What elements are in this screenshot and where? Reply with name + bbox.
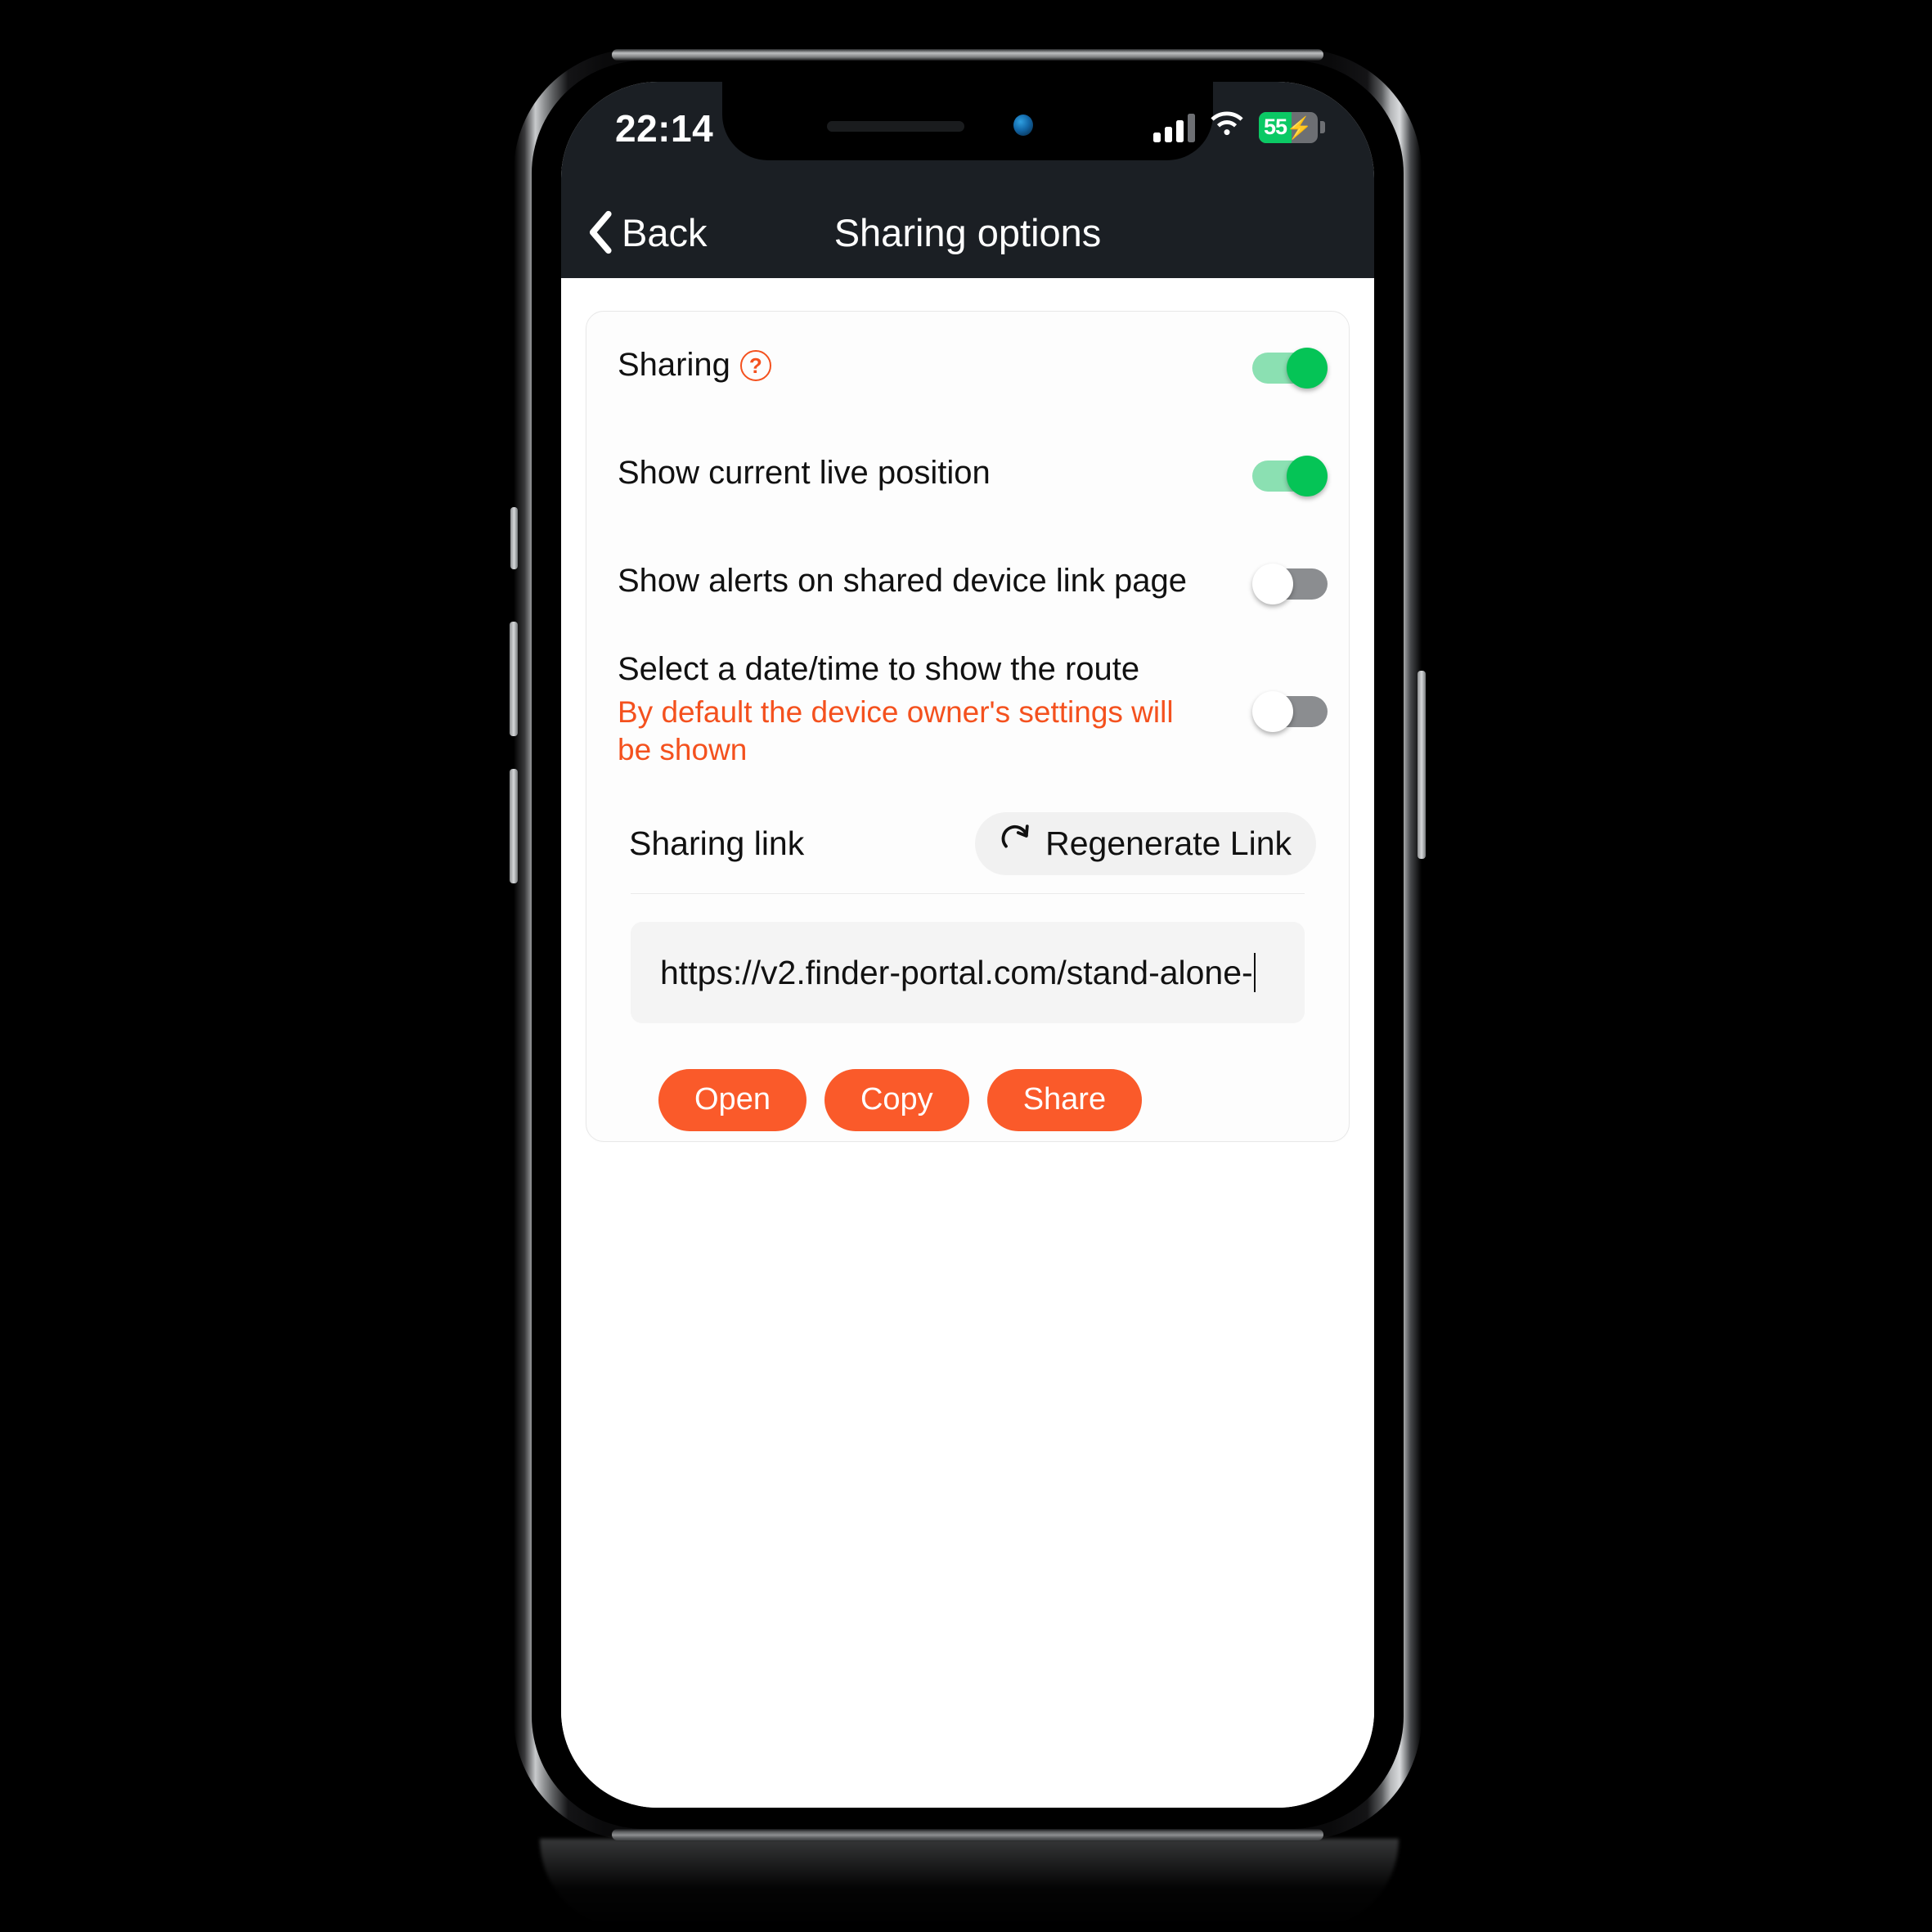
back-label: Back — [622, 210, 708, 254]
status-bar-clock: 22:14 — [615, 107, 714, 150]
open-link-button[interactable]: Open — [658, 1069, 806, 1131]
status-bar: 22:14 55 ⚡ — [561, 82, 1374, 186]
setting-title-text: Show alerts on shared device link page — [618, 563, 1187, 600]
setting-subtitle: By default the device owner's settings w… — [618, 695, 1174, 766]
setting-title-text: Select a date/time to show the route — [618, 651, 1140, 688]
cellular-signal-icon — [1153, 113, 1195, 142]
setting-labels: Show current live position — [618, 454, 1252, 492]
front-camera-icon — [1013, 115, 1033, 136]
setting-row-date-time: Select a date/time to show the route By … — [586, 636, 1349, 783]
volume-up-button[interactable] — [510, 622, 518, 736]
battery-percent-label: 55 — [1264, 115, 1287, 139]
help-question-icon[interactable]: ? — [739, 350, 771, 381]
setting-title-text: Sharing — [618, 347, 730, 384]
chevron-left-icon — [586, 210, 613, 254]
toggle-date-time[interactable] — [1252, 691, 1328, 732]
settings-card: Sharing ? Show current live position Sho… — [586, 311, 1350, 1142]
link-action-buttons: Open Copy Share — [611, 1069, 1324, 1131]
setting-labels: Sharing ? — [618, 346, 1252, 384]
silent-switch-button[interactable] — [510, 507, 518, 569]
frame-top-rail — [612, 49, 1323, 61]
phone-notch — [722, 82, 1213, 160]
navigation-bar: Back Sharing options — [561, 186, 1374, 278]
page-content: Sharing ? Show current live position Sho… — [561, 278, 1374, 1808]
phone-device: 22:14 55 ⚡ Back Sharing options Sharing … — [510, 49, 1426, 1840]
setting-labels: Show alerts on shared device link page — [618, 562, 1252, 600]
toggle-thumb — [1252, 564, 1293, 604]
toggle-thumb — [1287, 348, 1328, 389]
toggle-sharing[interactable] — [1252, 348, 1328, 389]
sharing-link-label: Sharing link — [629, 824, 805, 862]
phone-screen: 22:14 55 ⚡ Back Sharing options Sharing … — [561, 82, 1374, 1808]
regenerate-link-label: Regenerate Link — [1045, 824, 1292, 862]
sharing-url-text: https://v2.finder-portal.com/stand-alone… — [660, 953, 1253, 991]
power-button[interactable] — [1418, 671, 1426, 859]
share-link-button[interactable]: Share — [986, 1069, 1143, 1131]
text-caret — [1253, 953, 1256, 992]
sharing-link-header: Sharing link Regenerate Link — [611, 812, 1324, 875]
device-reflection — [540, 1839, 1399, 1929]
setting-title: Show alerts on shared device link page — [618, 562, 1233, 600]
setting-row-live-position: Show current live position — [586, 420, 1349, 528]
battery-icon: 55 ⚡ — [1259, 111, 1325, 143]
toggle-show-alerts[interactable] — [1252, 564, 1328, 604]
back-button[interactable]: Back — [586, 210, 708, 255]
setting-row-show-alerts: Show alerts on shared device link page — [586, 528, 1349, 636]
volume-down-button[interactable] — [510, 769, 518, 883]
setting-title-text: Show current live position — [618, 455, 991, 492]
battery-charging-icon: ⚡ — [1286, 115, 1313, 140]
toggle-thumb — [1287, 456, 1328, 496]
status-bar-icons: 55 ⚡ — [1153, 111, 1325, 143]
toggle-live-position[interactable] — [1252, 456, 1328, 496]
sharing-link-section: Sharing link Regenerate Link https://v2.… — [586, 783, 1349, 1131]
setting-title: Show current live position — [618, 454, 1233, 492]
sharing-url-input[interactable]: https://v2.finder-portal.com/stand-alone… — [631, 922, 1305, 1023]
refresh-icon — [1000, 824, 1032, 864]
wifi-icon — [1209, 111, 1245, 143]
setting-row-sharing: Sharing ? — [586, 312, 1349, 420]
earpiece-speaker — [827, 121, 964, 132]
setting-title: Sharing ? — [618, 346, 1233, 384]
section-divider — [631, 893, 1305, 894]
regenerate-link-button[interactable]: Regenerate Link — [975, 812, 1316, 875]
setting-title: Select a date/time to show the route — [618, 650, 1233, 689]
toggle-thumb — [1252, 691, 1293, 732]
phone-bezel: 22:14 55 ⚡ Back Sharing options Sharing … — [532, 61, 1404, 1829]
copy-link-button[interactable]: Copy — [824, 1069, 969, 1131]
setting-labels: Select a date/time to show the route By … — [618, 650, 1252, 767]
